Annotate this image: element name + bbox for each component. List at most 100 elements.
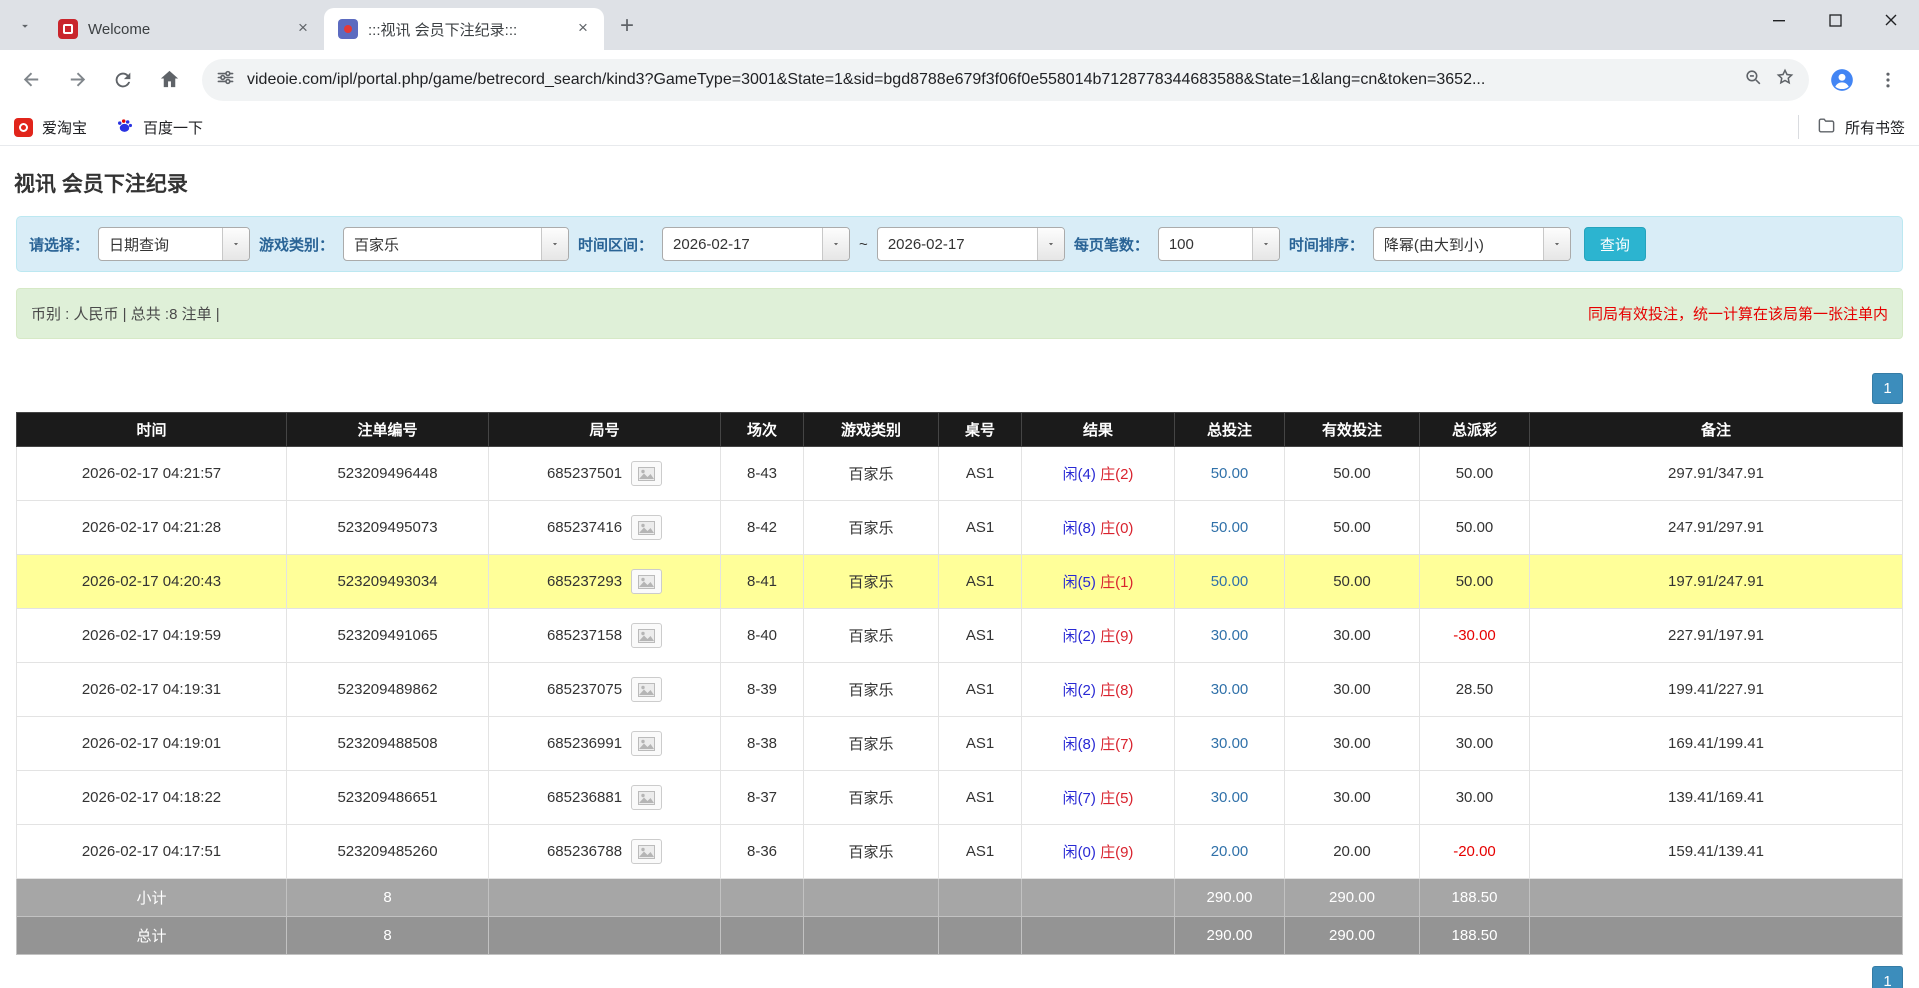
game-type-select[interactable]: 百家乐 — [343, 227, 569, 261]
page-size-select[interactable]: 100 — [1158, 227, 1280, 261]
table-row: 2026-02-17 04:19:31523209489862685237075… — [17, 663, 1903, 717]
result-player: 闲(2) — [1063, 682, 1096, 699]
bookmark-aitaobao[interactable]: 爱淘宝 — [14, 117, 87, 138]
chevron-down-icon[interactable] — [822, 228, 849, 260]
round-preview-button[interactable] — [631, 677, 662, 702]
profile-avatar[interactable] — [1821, 59, 1863, 101]
valid-bet-cell: 50.00 — [1285, 501, 1420, 555]
new-tab-button[interactable]: + — [610, 9, 644, 43]
footer-total-bet: 290.00 — [1175, 879, 1285, 917]
game-type-cell: 百家乐 — [804, 717, 939, 771]
bet-id-cell: 523209486651 — [287, 771, 489, 825]
total-bet-link[interactable]: 50.00 — [1211, 465, 1249, 482]
bet-time-cell: 2026-02-17 04:19:31 — [17, 663, 287, 717]
round-preview-button[interactable] — [631, 839, 662, 864]
range-separator: ~ — [859, 236, 868, 253]
forward-icon[interactable] — [56, 59, 98, 101]
total-bet-cell: 50.00 — [1175, 447, 1285, 501]
game-type-cell: 百家乐 — [804, 663, 939, 717]
home-icon[interactable] — [148, 59, 190, 101]
footer-empty — [489, 917, 721, 955]
url-text[interactable]: videoie.com/ipl/portal.php/game/betrecor… — [247, 71, 1732, 89]
result-cell: 闲(2) 庄(8) — [1022, 663, 1175, 717]
minimize-button[interactable] — [1751, 0, 1807, 40]
page-1-button[interactable]: 1 — [1872, 373, 1903, 404]
column-header: 局号 — [489, 413, 721, 447]
chevron-down-icon[interactable] — [541, 228, 568, 260]
date-to-input[interactable]: 2026-02-17 — [877, 227, 1065, 261]
bookmark-baidu[interactable]: 百度一下 — [115, 116, 203, 139]
total-bet-link[interactable]: 20.00 — [1211, 843, 1249, 860]
search-button[interactable]: 查询 — [1584, 227, 1646, 261]
round-preview-button[interactable] — [631, 461, 662, 486]
currency-summary: 币别 : 人民币 | 总共 :8 注单 | — [31, 303, 220, 324]
tab-close-icon[interactable]: × — [572, 18, 594, 40]
refresh-icon[interactable] — [102, 59, 144, 101]
payout-cell: 30.00 — [1420, 771, 1530, 825]
total-bet-link[interactable]: 50.00 — [1211, 519, 1249, 536]
page-1-button[interactable]: 1 — [1872, 966, 1903, 988]
date-from-input[interactable]: 2026-02-17 — [662, 227, 850, 261]
note-cell: 197.91/247.91 — [1530, 555, 1903, 609]
zoom-icon[interactable] — [1744, 68, 1763, 92]
footer-label: 小计 — [17, 879, 287, 917]
total-bet-link[interactable]: 50.00 — [1211, 573, 1249, 590]
mode-select[interactable]: 日期查询 — [98, 227, 250, 261]
summary-bar: 币别 : 人民币 | 总共 :8 注单 | 同局有效投注，统一计算在该局第一张注… — [16, 288, 1903, 339]
column-header: 游戏类别 — [804, 413, 939, 447]
bookmark-star-icon[interactable] — [1775, 67, 1795, 92]
round-preview-button[interactable] — [631, 785, 662, 810]
round-number: 685236991 — [547, 735, 622, 752]
footer-empty — [721, 879, 804, 917]
round-preview-button[interactable] — [631, 623, 662, 648]
valid-bet-cell: 30.00 — [1285, 771, 1420, 825]
page-size-label: 每页笔数： — [1074, 234, 1149, 255]
menu-kebab-icon[interactable] — [1867, 59, 1909, 101]
result-cell: 闲(2) 庄(9) — [1022, 609, 1175, 663]
note-cell: 297.91/347.91 — [1530, 447, 1903, 501]
footer-payout: 188.50 — [1420, 917, 1530, 955]
total-bet-cell: 30.00 — [1175, 609, 1285, 663]
subtotal-row: 小计8290.00290.00188.50 — [17, 879, 1903, 917]
chevron-down-icon[interactable] — [222, 228, 249, 260]
chevron-down-icon[interactable] — [1252, 228, 1279, 260]
date-to-value: 2026-02-17 — [878, 228, 1037, 260]
footer-valid-bet: 290.00 — [1285, 917, 1420, 955]
round-cell: 685237416 — [489, 501, 721, 555]
sort-select[interactable]: 降幂(由大到小) — [1373, 227, 1571, 261]
filter-panel: 请选择： 日期查询 游戏类别： 百家乐 时间区间： 2026-02-17 ~ 2… — [16, 216, 1903, 272]
table-header-row: 时间注单编号局号场次游戏类别桌号结果总投注有效投注总派彩备注 — [17, 413, 1903, 447]
tab-search-chevron-icon[interactable] — [8, 9, 42, 43]
tab-close-icon[interactable]: × — [292, 18, 314, 40]
maximize-button[interactable] — [1807, 0, 1863, 40]
footer-count: 8 — [287, 879, 489, 917]
total-bet-link[interactable]: 30.00 — [1211, 789, 1249, 806]
back-icon[interactable] — [10, 59, 52, 101]
result-player: 闲(4) — [1063, 466, 1096, 483]
tab-welcome[interactable]: Welcome × — [44, 8, 324, 50]
chevron-down-icon[interactable] — [1037, 228, 1064, 260]
bet-time-cell: 2026-02-17 04:19:01 — [17, 717, 287, 771]
note-cell: 227.91/197.91 — [1530, 609, 1903, 663]
all-bookmarks-button[interactable]: 所有书签 — [1798, 115, 1905, 139]
result-player: 闲(8) — [1063, 520, 1096, 537]
tab-bet-record[interactable]: :::视讯 会员下注纪录::: × — [324, 8, 604, 50]
tab-title: Welcome — [88, 21, 282, 38]
result-banker: 庄(0) — [1100, 520, 1133, 537]
total-bet-link[interactable]: 30.00 — [1211, 735, 1249, 752]
close-window-button[interactable] — [1863, 0, 1919, 40]
total-bet-link[interactable]: 30.00 — [1211, 681, 1249, 698]
bet-id-cell: 523209495073 — [287, 501, 489, 555]
chevron-down-icon[interactable] — [1543, 228, 1570, 260]
round-preview-button[interactable] — [631, 731, 662, 756]
bet-id-cell: 523209489862 — [287, 663, 489, 717]
valid-bet-cell: 30.00 — [1285, 609, 1420, 663]
total-bet-cell: 50.00 — [1175, 555, 1285, 609]
total-bet-link[interactable]: 30.00 — [1211, 627, 1249, 644]
round-preview-button[interactable] — [631, 515, 662, 540]
url-bar[interactable]: videoie.com/ipl/portal.php/game/betrecor… — [202, 59, 1809, 101]
result-banker: 庄(5) — [1100, 790, 1133, 807]
result-banker: 庄(1) — [1100, 574, 1133, 591]
site-info-icon[interactable] — [216, 68, 235, 92]
round-preview-button[interactable] — [631, 569, 662, 594]
